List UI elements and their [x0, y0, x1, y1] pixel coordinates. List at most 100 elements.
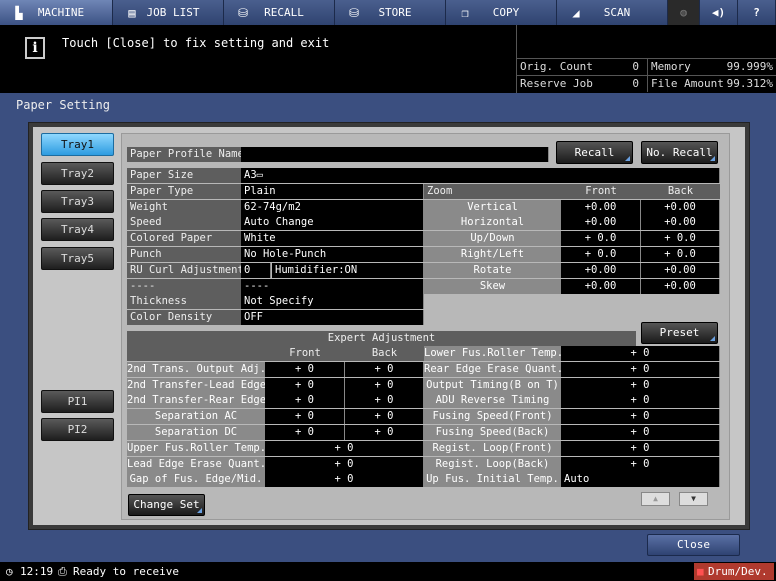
status-text: Ready to receive	[73, 565, 179, 578]
tray-4-button[interactable]: Tray4	[41, 218, 114, 241]
nav-copy[interactable]: ❐ COPY	[446, 0, 557, 25]
expert-row-label: ADU Reverse Timing	[424, 393, 561, 408]
expert-row-label: Up Fus. Initial Temp.	[424, 472, 561, 487]
scroll-up-button[interactable]: ▲	[641, 492, 670, 506]
tray-2-button[interactable]: Tray2	[41, 162, 114, 185]
humidifier-value[interactable]: Humidifier:ON	[272, 263, 424, 278]
paper-row-value[interactable]: ----	[241, 279, 424, 294]
file-amount-label: File Amount	[651, 77, 724, 90]
nav-machine[interactable]: ▙ MACHINE	[0, 0, 113, 25]
zoom-back-value[interactable]: +0.00	[641, 263, 720, 278]
zoom-front-value[interactable]: +0.00	[561, 215, 641, 230]
memory: Memory 99.999%	[647, 58, 776, 75]
expert-row-label: 2nd Trans. Output Adj.	[127, 362, 265, 377]
paper-row-value[interactable]: Plain	[241, 184, 424, 199]
paper-row-label: Colored Paper	[127, 231, 241, 246]
corner-indicator-icon	[710, 156, 715, 161]
expert-row-value[interactable]: + 0	[561, 362, 720, 377]
paper-row-value[interactable]: No Hole-Punch	[241, 247, 424, 262]
reserve-job: Reserve Job 0	[517, 75, 647, 92]
expert-row-value[interactable]: + 0	[265, 457, 424, 472]
zoom-front-value[interactable]: + 0.0	[561, 231, 641, 246]
corner-indicator-icon	[710, 336, 715, 341]
expert-row-value[interactable]: + 0	[265, 441, 424, 456]
zoom-front-value[interactable]: +0.00	[561, 279, 641, 294]
speaker-button[interactable]: ◀)	[700, 0, 738, 25]
globe-button[interactable]: ◍	[668, 0, 700, 25]
expert-front-value[interactable]: + 0	[265, 378, 345, 393]
zoom-back-value[interactable]: + 0.0	[641, 231, 720, 246]
status-bar: ◷ 12:19 ⎙ Ready to receive ■ Drum/Dev.	[0, 562, 776, 581]
expert-row-value[interactable]: Auto	[561, 472, 720, 487]
expert-row-value[interactable]: + 0	[561, 441, 720, 456]
tray-5-button[interactable]: Tray5	[41, 247, 114, 270]
expert-row-value[interactable]: + 0	[561, 409, 720, 424]
expert-row-value[interactable]: + 0	[561, 378, 720, 393]
expert-adjustment-header: Expert Adjustment	[127, 331, 636, 346]
zoom-back-value[interactable]: +0.00	[641, 279, 720, 294]
nav-scan[interactable]: ◢ SCAN	[557, 0, 668, 25]
zoom-front-header: Front	[561, 184, 641, 199]
drum-dev-alert[interactable]: ■ Drum/Dev.	[694, 563, 774, 580]
status-time: 12:19	[20, 565, 54, 578]
expert-row-value[interactable]: + 0	[265, 472, 424, 487]
paper-row-value[interactable]: Auto Change	[241, 215, 424, 230]
expert-back-value[interactable]: + 0	[345, 378, 424, 393]
reserve-job-label: Reserve Job	[520, 77, 593, 90]
tray-1-button[interactable]: Tray1	[41, 133, 114, 156]
zoom-front-value[interactable]: + 0.0	[561, 247, 641, 262]
expert-row-value[interactable]: + 0	[561, 346, 720, 361]
preset-button[interactable]: Preset	[641, 322, 718, 344]
expert-back-value[interactable]: + 0	[345, 362, 424, 377]
file-amount-value: 99.312%	[726, 77, 773, 90]
zoom-front-value[interactable]: +0.00	[561, 263, 641, 278]
expert-row-label: Regist. Loop(Front)	[424, 441, 561, 456]
no-recall-button[interactable]: No. Recall	[641, 141, 718, 164]
paper-row-value[interactable]: Not Specify	[241, 294, 424, 309]
nav-label: RECALL	[264, 6, 304, 19]
expert-back-header: Back	[345, 346, 424, 361]
nav-recall[interactable]: ⛁ RECALL	[224, 0, 335, 25]
paper-row-label: Thickness	[127, 294, 241, 309]
expert-row-label: Fusing Speed(Back)	[424, 425, 561, 440]
expert-row-value[interactable]: + 0	[561, 425, 720, 440]
top-nav: ▙ MACHINE ▤ JOB LIST ⛁ RECALL ⛁ STORE ❐ COPY ◢ SCAN…	[0, 0, 776, 25]
recall-label: Recall	[574, 146, 615, 159]
expert-row-label: Separation DC	[127, 425, 265, 440]
paper-row-value[interactable]: A3▭	[241, 168, 720, 183]
zoom-back-header: Back	[641, 184, 720, 199]
paper-row-value[interactable]: White	[241, 231, 424, 246]
expert-front-value[interactable]: + 0	[265, 425, 345, 440]
pi2-button[interactable]: PI2	[41, 418, 114, 441]
paper-row-value[interactable]: 0	[241, 263, 271, 278]
expert-row-value[interactable]: + 0	[561, 457, 720, 472]
expert-front-value[interactable]: + 0	[265, 409, 345, 424]
zoom-back-value[interactable]: +0.00	[641, 200, 720, 215]
scroll-down-button[interactable]: ▼	[679, 492, 708, 506]
expert-front-value[interactable]: + 0	[265, 362, 345, 377]
nav-label: SCAN	[603, 6, 631, 19]
change-set-button[interactable]: Change Set	[128, 494, 205, 516]
close-button[interactable]: Close	[647, 534, 740, 556]
expert-back-value[interactable]: + 0	[345, 393, 424, 408]
expert-back-value[interactable]: + 0	[345, 425, 424, 440]
paper-row-value[interactable]: 62-74g/m2	[241, 200, 424, 215]
nav-job-list[interactable]: ▤ JOB LIST	[113, 0, 224, 25]
zoom-front-value[interactable]: +0.00	[561, 200, 641, 215]
corner-indicator-icon	[625, 156, 630, 161]
expert-front-value[interactable]: + 0	[265, 393, 345, 408]
recall-button[interactable]: Recall	[556, 141, 633, 164]
profile-name-field[interactable]	[241, 147, 549, 162]
zoom-back-value[interactable]: + 0.0	[641, 247, 720, 262]
nav-label: COPY	[492, 6, 520, 19]
nav-label: MACHINE	[37, 6, 85, 19]
message-text: Touch [Close] to fix setting and exit	[62, 36, 330, 50]
tray-3-button[interactable]: Tray3	[41, 190, 114, 213]
zoom-back-value[interactable]: +0.00	[641, 215, 720, 230]
help-button[interactable]: ?	[738, 0, 776, 25]
paper-row-value[interactable]: OFF	[241, 310, 424, 325]
expert-back-value[interactable]: + 0	[345, 409, 424, 424]
expert-row-value[interactable]: + 0	[561, 393, 720, 408]
pi1-button[interactable]: PI1	[41, 390, 114, 413]
nav-store[interactable]: ⛁ STORE	[335, 0, 446, 25]
